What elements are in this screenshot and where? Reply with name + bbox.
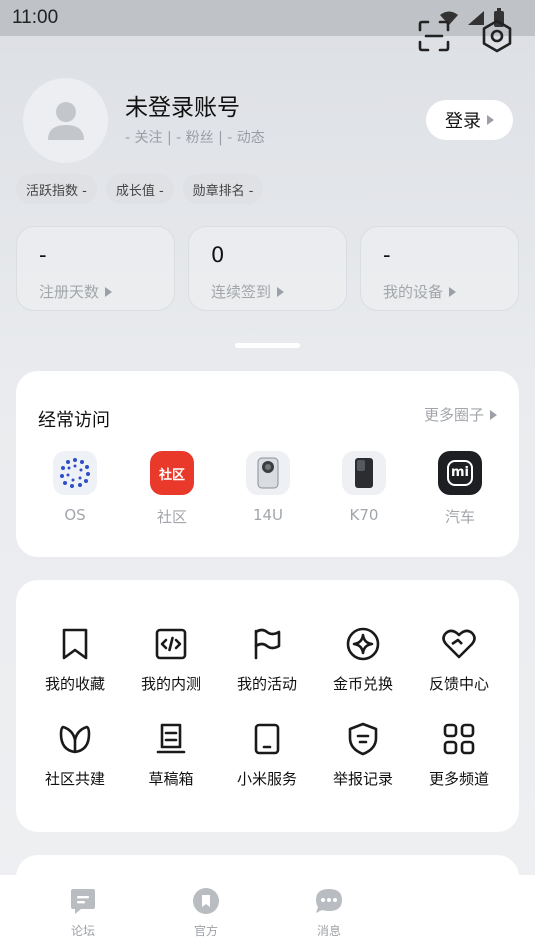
more-circles-link[interactable]: 更多圈子 — [424, 404, 497, 425]
leaf-icon — [58, 722, 92, 756]
feature-label: 我的内测 — [140, 675, 201, 693]
login-button[interactable]: 登录 — [426, 100, 513, 140]
frequent-item-label: 14U — [252, 506, 284, 524]
metric-chips: 活跃指数 - 成长值 - 勋章排名 - — [16, 174, 264, 204]
feature-coin-exchange[interactable]: 金币兑换 — [318, 627, 408, 694]
feature-feedback-center[interactable]: 反馈中心 — [414, 627, 504, 694]
feature-label: 反馈中心 — [428, 675, 489, 693]
feature-community-building[interactable]: 社区共建 — [30, 722, 120, 789]
chip-growth[interactable]: 成长值 - — [105, 174, 174, 204]
feature-label: 草稿箱 — [148, 770, 194, 788]
community-badge-text: 社区 — [158, 467, 185, 483]
draft-icon — [154, 722, 188, 756]
tab-official[interactable]: 官方 — [176, 887, 236, 939]
feature-label: 社区共建 — [44, 770, 105, 788]
tab-forum[interactable]: 论坛 — [53, 887, 113, 939]
arrow-right-icon — [487, 115, 494, 125]
feature-label: 小米服务 — [236, 770, 297, 788]
stat-label-wrap: 注册天数 — [39, 281, 113, 302]
tab-label: 官方 — [193, 924, 218, 938]
tab-messages[interactable]: 消息 — [299, 887, 359, 939]
feature-drafts[interactable]: 草稿箱 — [126, 722, 216, 789]
frequent-item-k70[interactable]: K70 — [334, 451, 394, 524]
tab-label: 论坛 — [70, 924, 95, 938]
bottom-tab-bar: 论坛 官方 消息 — [0, 875, 535, 951]
arrow-right-icon — [449, 286, 457, 297]
stat-value: - — [383, 243, 391, 267]
chip-activity[interactable]: 活跃指数 - — [16, 174, 97, 204]
os-logo-icon — [53, 451, 97, 495]
follow-summary[interactable]: - 关注 | - 粉丝 | - 动态 — [125, 127, 265, 147]
coin-icon — [346, 627, 380, 661]
community-logo-icon: 社区 — [150, 451, 194, 495]
frequent-visits-card: 经常访问 更多圈子 OS 社区 社区 14U K70 mi 汽车 — [16, 371, 519, 557]
stat-value: - — [39, 243, 47, 267]
avatar[interactable] — [23, 78, 108, 163]
frequent-item-label: K70 — [349, 506, 379, 524]
stats-row: - 注册天数 0 连续签到 - 我的设备 — [16, 226, 519, 311]
arrow-right-icon — [277, 286, 285, 297]
arrow-right-icon — [490, 409, 497, 420]
frequent-item-14u[interactable]: 14U — [238, 451, 298, 524]
gear-icon — [482, 19, 512, 53]
features-card: 我的收藏 我的内测 我的活动 金币兑换 反馈中心 社区共建 草稿箱 小米服务 举… — [16, 580, 519, 832]
feature-label: 更多频道 — [428, 770, 489, 788]
frequent-item-car[interactable]: mi 汽车 — [430, 451, 490, 527]
feature-label: 金币兑换 — [332, 675, 393, 693]
mi-logo-icon: mi — [438, 451, 482, 495]
arrow-right-icon — [105, 286, 113, 297]
sheet-drag-handle[interactable] — [235, 343, 300, 348]
feature-label: 举报记录 — [332, 770, 393, 788]
feature-my-activities[interactable]: 我的活动 — [222, 627, 312, 694]
official-icon — [193, 888, 219, 914]
stat-label: 注册天数 — [39, 283, 100, 301]
scan-button[interactable] — [416, 18, 452, 54]
frequent-item-os[interactable]: OS — [45, 451, 105, 524]
chip-badge-rank[interactable]: 勋章排名 - — [182, 174, 264, 204]
code-icon — [154, 627, 188, 661]
username: 未登录账号 — [125, 95, 240, 121]
stat-value: 0 — [211, 243, 225, 267]
stat-checkin-streak[interactable]: 0 连续签到 — [188, 226, 347, 311]
stat-label-wrap: 我的设备 — [383, 281, 457, 302]
tab-label: 消息 — [316, 924, 341, 938]
stat-label: 我的设备 — [383, 283, 444, 301]
mi-badge-text: mi — [447, 460, 473, 486]
feature-label: 我的活动 — [236, 675, 297, 693]
feature-my-favorites[interactable]: 我的收藏 — [30, 627, 120, 694]
heart-icon — [442, 627, 476, 661]
stat-register-days[interactable]: - 注册天数 — [16, 226, 175, 311]
shield-icon — [346, 722, 380, 756]
more-circles-label: 更多圈子 — [423, 406, 484, 424]
feature-my-beta[interactable]: 我的内测 — [126, 627, 216, 694]
settings-button[interactable] — [479, 18, 515, 54]
feature-more-channels[interactable]: 更多频道 — [414, 722, 504, 789]
bookmark-icon — [58, 627, 92, 661]
message-icon — [316, 889, 342, 913]
flag-icon — [250, 627, 284, 661]
stat-label-wrap: 连续签到 — [211, 281, 285, 302]
frequent-title: 经常访问 — [38, 410, 110, 431]
status-bar: 11:00 — [0, 0, 535, 36]
tablet-icon — [250, 722, 284, 756]
stat-my-devices[interactable]: - 我的设备 — [360, 226, 519, 311]
scan-icon — [418, 20, 450, 52]
frequent-item-label: 汽车 — [444, 508, 475, 526]
phone-14u-icon — [246, 451, 290, 495]
grid-icon — [442, 722, 476, 756]
user-icon — [47, 101, 84, 140]
feature-label: 我的收藏 — [44, 675, 105, 693]
stat-label: 连续签到 — [211, 283, 272, 301]
frequent-item-label: OS — [64, 506, 86, 524]
status-time: 11:00 — [12, 7, 59, 28]
frequent-item-label: 社区 — [156, 508, 187, 526]
login-label: 登录 — [445, 111, 481, 132]
feature-xiaomi-service[interactable]: 小米服务 — [222, 722, 312, 789]
frequent-item-community[interactable]: 社区 社区 — [142, 451, 202, 527]
forum-icon — [71, 889, 95, 914]
phone-k70-icon — [342, 451, 386, 495]
feature-report-records[interactable]: 举报记录 — [318, 722, 408, 789]
